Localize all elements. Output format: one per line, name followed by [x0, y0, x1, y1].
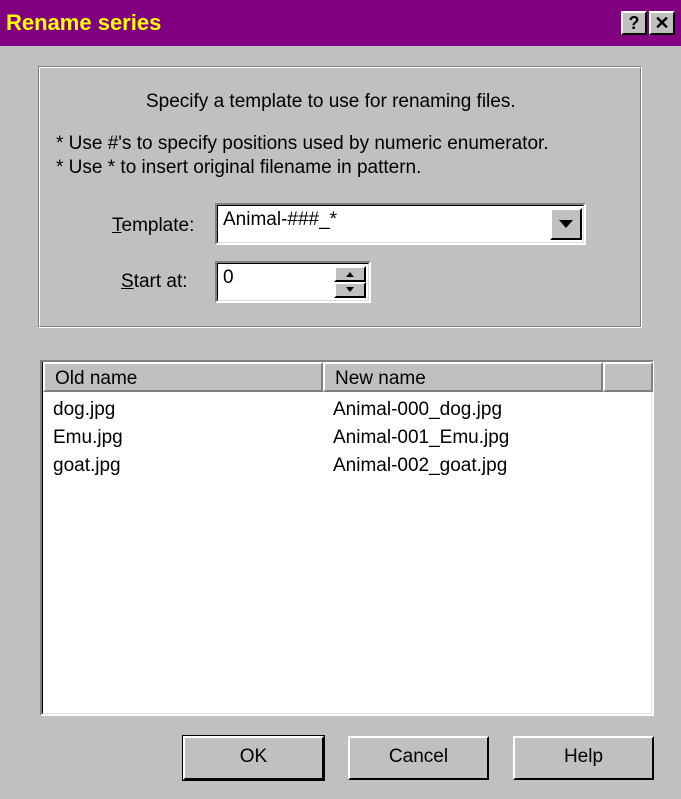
column-header-old-name[interactable]: Old name [43, 362, 323, 392]
instruction-main: Specify a template to use for renaming f… [146, 91, 516, 112]
template-input[interactable]: Animal-###_* [223, 209, 337, 231]
start-at-spinbox[interactable]: 0 [215, 261, 371, 303]
rename-preview-list[interactable]: Old name New name dog.jpg Animal-000_dog… [40, 360, 654, 716]
spin-up-button[interactable] [334, 266, 366, 282]
close-icon: ✕ [654, 13, 670, 33]
template-dropdown-button[interactable] [550, 208, 582, 240]
title-bar[interactable]: Rename series ? ✕ [0, 0, 681, 46]
ok-button[interactable]: OK [182, 735, 325, 781]
column-header-new-name[interactable]: New name [323, 362, 603, 392]
arrow-down-icon [346, 287, 354, 292]
help-button[interactable]: Help [513, 736, 654, 780]
arrow-up-icon [346, 272, 354, 277]
help-icon: ? [628, 13, 640, 33]
template-label: Template: [112, 215, 195, 236]
spin-down-button[interactable] [334, 282, 366, 298]
close-button[interactable]: ✕ [649, 11, 675, 35]
list-item-old[interactable]: goat.jpg [53, 455, 121, 483]
window-title: Rename series [6, 10, 162, 35]
help-title-button[interactable]: ? [621, 11, 647, 35]
instruction-note-1: * Use #'s to specify positions used by n… [56, 133, 549, 154]
list-item-old[interactable]: dog.jpg [53, 399, 115, 427]
start-at-label: Start at: [121, 271, 188, 292]
list-item-new: Animal-001_Emu.jpg [333, 427, 510, 448]
column-header-filler [603, 362, 653, 392]
instruction-note-2: * Use * to insert original filename in p… [56, 157, 422, 178]
start-at-input[interactable]: 0 [223, 267, 234, 289]
list-item-old[interactable]: Emu.jpg [53, 427, 123, 455]
list-item-new: Animal-002_goat.jpg [333, 455, 508, 476]
cancel-button[interactable]: Cancel [348, 736, 489, 780]
chevron-down-icon [559, 220, 573, 228]
template-combobox[interactable]: Animal-###_* [215, 203, 586, 245]
list-item-new: Animal-000_dog.jpg [333, 399, 503, 420]
